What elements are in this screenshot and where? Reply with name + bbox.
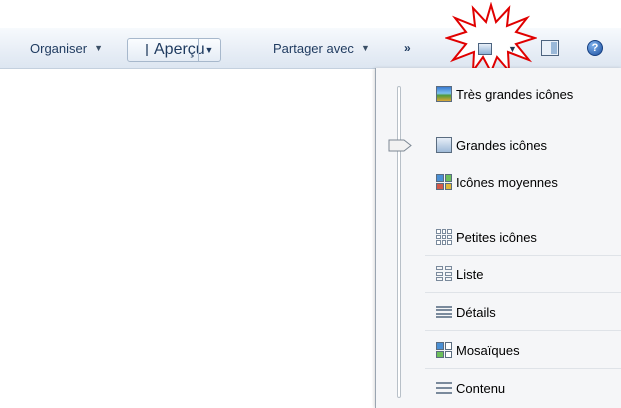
menu-item-label: Très grandes icônes — [456, 86, 574, 102]
menu-item-large-icons[interactable]: Grandes icônes — [436, 134, 547, 156]
menu-item-label: Petites icônes — [456, 229, 537, 245]
extra-large-icons-icon — [436, 86, 452, 102]
organise-button[interactable]: Organiser ▼ — [30, 28, 103, 68]
menu-separator — [425, 292, 621, 293]
chevron-down-icon: ▼ — [360, 43, 370, 53]
large-icons-icon — [436, 137, 452, 153]
menu-item-label: Contenu — [456, 380, 506, 396]
more-label: » — [404, 41, 411, 55]
chevron-down-icon: ▼ — [204, 45, 214, 55]
menu-item-extra-large-icons[interactable]: Très grandes icônes — [436, 83, 573, 105]
medium-icons-icon — [436, 174, 452, 190]
chevron-down-icon: ▼ — [508, 44, 517, 54]
list-icon — [436, 266, 452, 282]
menu-item-label: Liste — [456, 266, 484, 282]
organise-label: Organiser — [30, 40, 88, 56]
chevron-down-icon: ▼ — [94, 43, 103, 53]
preview-button[interactable]: Aperçu ▼ — [127, 38, 221, 62]
menu-item-small-icons[interactable]: Petites icônes — [436, 226, 537, 248]
view-slider-thumb[interactable] — [388, 139, 412, 152]
preview-pane-icon — [541, 40, 559, 56]
highlight-star — [445, 2, 537, 74]
menu-item-label: Mosaïques — [456, 342, 520, 358]
views-dropdown[interactable]: ▼ — [508, 44, 517, 54]
details-icon — [436, 304, 452, 320]
menu-separator — [425, 368, 621, 369]
menu-item-tiles[interactable]: Mosaïques — [436, 339, 520, 361]
menu-item-details[interactable]: Détails — [436, 301, 496, 323]
preview-main[interactable]: Aperçu — [128, 39, 205, 61]
menu-separator — [425, 255, 621, 256]
views-icon — [478, 43, 492, 55]
picture-icon — [146, 44, 148, 56]
preview-pane-button[interactable] — [541, 40, 559, 56]
preview-dropdown[interactable]: ▼ — [198, 39, 219, 61]
help-icon: ? — [587, 40, 603, 56]
menu-item-medium-icons[interactable]: Icônes moyennes — [436, 171, 558, 193]
views-button[interactable] — [478, 43, 492, 55]
menu-item-label: Détails — [456, 304, 496, 320]
small-icons-icon — [436, 229, 452, 245]
share-button[interactable]: Partager avec ▼ — [273, 28, 370, 68]
content-icon — [436, 380, 452, 396]
menu-separator — [425, 330, 621, 331]
view-slider-track[interactable] — [397, 86, 401, 398]
menu-item-list[interactable]: Liste — [436, 263, 483, 285]
share-label: Partager avec — [273, 40, 354, 56]
help-button[interactable]: ? — [587, 40, 603, 56]
tiles-icon — [436, 342, 452, 358]
menu-item-content[interactable]: Contenu — [436, 377, 505, 399]
menu-item-label: Icônes moyennes — [456, 174, 558, 190]
more-commands-button[interactable]: » — [404, 28, 411, 68]
menu-item-label: Grandes icônes — [456, 137, 548, 153]
